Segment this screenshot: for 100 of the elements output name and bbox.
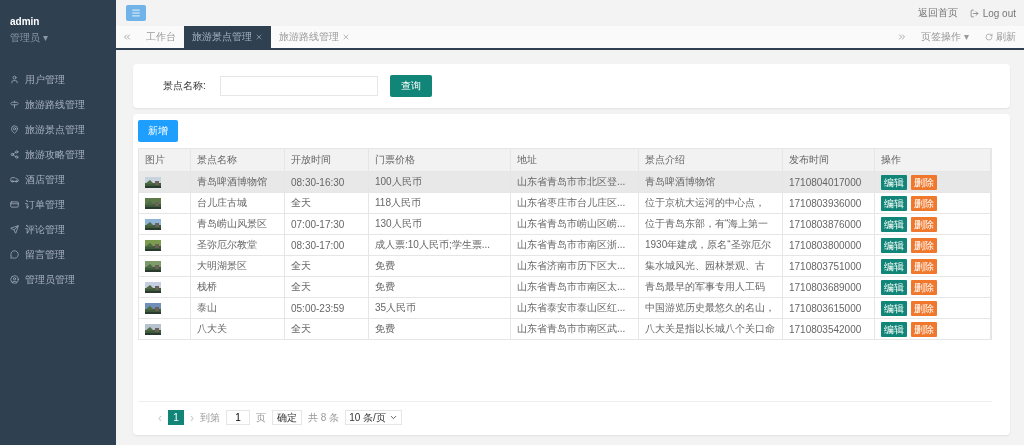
- edit-button[interactable]: 编辑: [881, 279, 907, 295]
- sidebar-item[interactable]: 管理员管理: [0, 267, 116, 292]
- column-header: 开放时间: [285, 149, 369, 171]
- card-icon: [10, 200, 19, 209]
- table-cell: 中国游览历史最悠久的名山，: [639, 297, 783, 318]
- sidebar-item[interactable]: 旅游路线管理: [0, 92, 116, 117]
- share-icon: [10, 150, 19, 159]
- column-header: 地址: [511, 149, 639, 171]
- chevrons-right-icon: [897, 32, 908, 42]
- table-cell: 山东省枣庄市台儿庄区...: [511, 192, 639, 213]
- table-cell: 免费: [369, 276, 511, 297]
- delete-button[interactable]: 删除: [911, 174, 937, 190]
- edit-button[interactable]: 编辑: [881, 321, 907, 337]
- close-icon[interactable]: [255, 33, 263, 41]
- table-cell: 位于青岛东部，有“海上第一: [639, 213, 783, 234]
- delete-button[interactable]: 删除: [911, 216, 937, 232]
- sidebar-item[interactable]: 用户管理: [0, 67, 116, 92]
- sidebar-item[interactable]: 旅游景点管理: [0, 117, 116, 142]
- delete-button[interactable]: 删除: [911, 195, 937, 211]
- home-link[interactable]: 返回首页: [917, 6, 958, 20]
- car-icon: [10, 175, 19, 184]
- table-cell: 山东省青岛市市南区武...: [511, 318, 639, 339]
- edit-button[interactable]: 编辑: [881, 258, 907, 274]
- table-cell: 1710803615000: [783, 297, 875, 318]
- table-cell: 山东省泰安市泰山区红...: [511, 297, 639, 318]
- table-cell: 1710803800000: [783, 234, 875, 255]
- column-header: 门票价格: [369, 149, 511, 171]
- table-cell: 八大关: [191, 318, 285, 339]
- edit-button[interactable]: 编辑: [881, 216, 907, 232]
- table-cell: 山东省青岛市市南区浙...: [511, 234, 639, 255]
- add-button[interactable]: 新增: [138, 120, 178, 142]
- sidebar-item[interactable]: 旅游攻略管理: [0, 142, 116, 167]
- field-label: 景点名称:: [163, 79, 206, 93]
- sidebar-item[interactable]: 酒店管理: [0, 167, 116, 192]
- table-cell: 全天: [285, 276, 369, 297]
- table-cell: 1710803876000: [783, 213, 875, 234]
- account-icon: [10, 275, 19, 284]
- edit-button[interactable]: 编辑: [881, 300, 907, 316]
- sidebar-item[interactable]: 留言管理: [0, 242, 116, 267]
- sidebar-item[interactable]: 订单管理: [0, 192, 116, 217]
- page-input[interactable]: 1: [226, 410, 250, 425]
- role-dropdown[interactable]: 管理员 ▾: [0, 27, 116, 45]
- table-cell: 青岛崂山风景区: [191, 213, 285, 234]
- refresh-button[interactable]: 刷新: [977, 26, 1024, 48]
- edit-button[interactable]: 编辑: [881, 195, 907, 211]
- table-cell: 八大关是指以长城八个关口命: [639, 318, 783, 339]
- name-input[interactable]: [219, 76, 378, 96]
- logout-link[interactable]: Log out: [969, 7, 1016, 19]
- table-cell: 1930年建成，原名“圣弥厄尔: [639, 234, 783, 255]
- page-ops-dropdown[interactable]: 页签操作 ▾: [913, 26, 977, 48]
- tab[interactable]: 旅游路线管理: [271, 26, 358, 48]
- table-cell: 山东省青岛市市南区太...: [511, 276, 639, 297]
- table-cell: 大明湖景区: [191, 255, 285, 276]
- total-count: 共 8 条: [308, 410, 340, 425]
- table-cell: 100人民币: [369, 171, 511, 192]
- table-cell: 青岛最早的军事专用人工码: [639, 276, 783, 297]
- tab[interactable]: 旅游景点管理: [184, 26, 271, 48]
- user-icon: [10, 75, 19, 84]
- delete-button[interactable]: 删除: [911, 300, 937, 316]
- table-cell: 05:00-23:59: [285, 297, 369, 318]
- menu-button[interactable]: [126, 5, 146, 21]
- table-cell: 1710804017000: [783, 171, 875, 192]
- query-button[interactable]: 查询: [389, 75, 432, 97]
- goto-label: 到第: [200, 410, 220, 425]
- delete-button[interactable]: 删除: [911, 321, 937, 337]
- delete-button[interactable]: 删除: [911, 279, 937, 295]
- table-cell: 圣弥厄尔教堂: [191, 234, 285, 255]
- close-icon[interactable]: [342, 33, 350, 41]
- table-cell: 1710803689000: [783, 276, 875, 297]
- tab[interactable]: 工作台: [138, 26, 184, 48]
- table-cell: 位于京杭大运河的中心点，: [639, 192, 783, 213]
- pin-icon: [10, 125, 19, 134]
- table-cell: 山东省济南市历下区大...: [511, 255, 639, 276]
- table-cell: 08:30-16:30: [285, 171, 369, 192]
- confirm-button[interactable]: 确定: [272, 410, 302, 425]
- edit-button[interactable]: 编辑: [881, 237, 907, 253]
- delete-button[interactable]: 删除: [911, 258, 937, 274]
- page-number[interactable]: 1: [168, 410, 184, 425]
- column-header: 操作: [875, 149, 991, 171]
- table-cell: 免费: [369, 318, 511, 339]
- user-name: admin: [9, 16, 41, 27]
- table-cell: 35人民币: [369, 297, 511, 318]
- table-cell: 免费: [369, 255, 511, 276]
- delete-button[interactable]: 删除: [911, 237, 937, 253]
- column-header: 景点介绍: [639, 149, 783, 171]
- menu-icon: [131, 8, 141, 18]
- table-cell: 全天: [285, 192, 369, 213]
- table-cell: 1710803542000: [783, 318, 875, 339]
- table-cell: 118人民币: [369, 192, 511, 213]
- sidebar-item[interactable]: 评论管理: [0, 217, 116, 242]
- table-cell: 成人票:10人民币;学生票...: [369, 234, 511, 255]
- table-cell: 台儿庄古城: [191, 192, 285, 213]
- table-cell: 山东省青岛市市北区登...: [511, 171, 639, 192]
- chevrons-left-icon: [122, 32, 132, 42]
- table-cell: 集水城风光、园林景观、古: [639, 255, 783, 276]
- page-size-dropdown[interactable]: 10 条/页: [345, 410, 402, 425]
- edit-button[interactable]: 编辑: [881, 174, 907, 190]
- signpost-icon: [10, 100, 19, 109]
- column-header: 发布时间: [783, 149, 875, 171]
- table-cell: 1710803751000: [783, 255, 875, 276]
